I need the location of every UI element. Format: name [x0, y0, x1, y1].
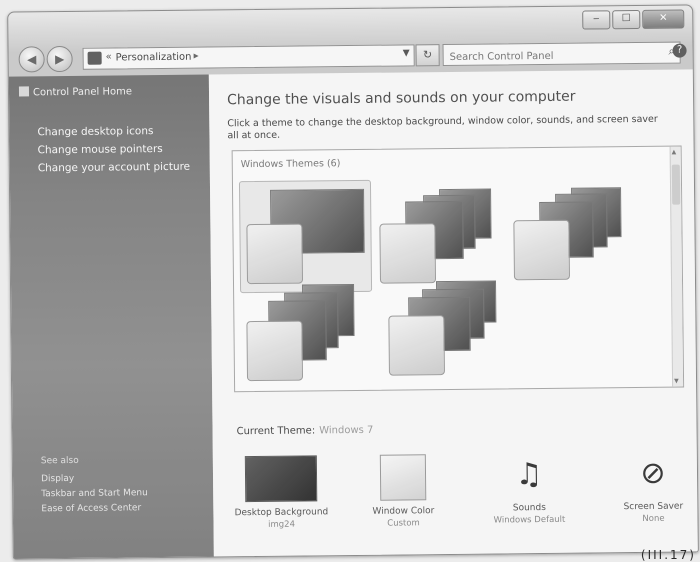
refresh-button[interactable]: ↻ [415, 44, 440, 67]
close-button[interactable]: ✕ [642, 9, 685, 29]
sounds-value: Windows Default [493, 514, 566, 526]
theme-architecture[interactable] [375, 178, 506, 289]
change-mouse-pointers-link[interactable]: Change mouse pointers [38, 143, 190, 156]
sounds-icon: ♫ [515, 457, 543, 493]
personalization-window: ‒ ☐ ✕ ◀ ▶ « Personalization ▸ ▼ ↻ ⌕ ? Co… [7, 4, 699, 560]
caption-buttons: ‒ ☐ ✕ [580, 9, 685, 30]
screen-saver-icon: ⊘ [640, 455, 666, 491]
themes-list[interactable]: Windows Themes (6) ▲ ▼ [231, 145, 685, 393]
scroll-down-icon[interactable]: ▼ [674, 378, 679, 385]
theme-nature[interactable] [384, 274, 515, 385]
search-input[interactable] [443, 45, 652, 68]
change-account-picture-link[interactable]: Change your account picture [38, 161, 190, 175]
window-color-item[interactable]: Window Color Custom [353, 450, 454, 529]
desktop-background-thumbnail [244, 455, 318, 503]
theme-color-swatch [246, 223, 304, 285]
desktop-background-label: Desktop Background [234, 507, 329, 519]
theme-color-swatch [388, 315, 445, 376]
desktop-background-value: img24 [268, 519, 296, 530]
theme-characters[interactable] [505, 177, 636, 288]
scroll-thumb[interactable] [671, 164, 681, 205]
screen-saver-label: Screen Saver [623, 501, 684, 513]
control-panel-home-link[interactable]: Control Panel Home [18, 85, 133, 99]
theme-landscapes[interactable] [242, 276, 373, 387]
theme-settings: Desktop Background img24 Window Color Cu… [231, 447, 692, 552]
sounds-label: Sounds [512, 502, 546, 514]
breadcrumb-personalization[interactable]: Personalization [116, 52, 192, 64]
window-color-value: Custom [387, 518, 420, 529]
theme-color-swatch [513, 219, 570, 281]
help-icon[interactable]: ? [672, 43, 687, 58]
sidebar-links: Change desktop icons Change mouse pointe… [37, 125, 190, 181]
search-box[interactable]: ⌕ [442, 41, 681, 68]
window-color-swatch [379, 454, 427, 501]
ease-of-access-link[interactable]: Ease of Access Center [41, 503, 148, 514]
minimize-button[interactable]: ‒ [582, 10, 611, 30]
see-also-heading: See also [40, 455, 79, 467]
theme-color-swatch [246, 320, 304, 382]
address-bar[interactable]: « Personalization ▸ ▼ [82, 44, 415, 70]
themes-scrollbar[interactable]: ▲ ▼ [669, 146, 684, 387]
see-also-links: Display Taskbar and Start Menu Ease of A… [41, 473, 148, 519]
back-button[interactable]: ◀ [18, 46, 45, 73]
maximize-button[interactable]: ☐ [612, 9, 641, 30]
screen-saver-value: None [642, 513, 665, 524]
scroll-up-icon[interactable]: ▲ [672, 149, 677, 156]
control-panel-icon [87, 51, 102, 65]
page-title: Change the visuals and sounds on your co… [227, 88, 576, 109]
change-desktop-icons-link[interactable]: Change desktop icons [37, 125, 189, 138]
window-color-label: Window Color [372, 506, 435, 517]
display-link[interactable]: Display [41, 473, 148, 484]
current-theme-value: Windows 7 [319, 424, 374, 437]
screen-saver-item[interactable]: ⊘ Screen Saver None [603, 447, 699, 524]
desktop-background-item[interactable]: Desktop Background img24 [231, 451, 332, 530]
themes-group-label: Windows Themes (6) [240, 158, 341, 171]
sounds-item[interactable]: ♫ Sounds Windows Default [479, 449, 580, 526]
main-content: Change the visuals and sounds on your co… [208, 69, 698, 557]
forward-button[interactable]: ▶ [46, 45, 73, 73]
page-description: Click a theme to change the desktop back… [227, 113, 658, 142]
taskbar-start-menu-link[interactable]: Taskbar and Start Menu [41, 488, 148, 499]
figure-number: (III.17) [640, 548, 696, 562]
home-icon [18, 86, 30, 97]
current-theme: Current Theme: Windows 7 [237, 425, 374, 437]
breadcrumb-separator: « [105, 51, 112, 63]
control-panel-home-label: Control Panel Home [32, 86, 133, 99]
current-theme-label: Current Theme: [236, 425, 316, 438]
sidebar: Control Panel Home Change desktop icons … [8, 74, 214, 559]
breadcrumb-arrow-icon[interactable]: ▸ [194, 51, 199, 62]
address-dropdown-icon[interactable]: ▼ [403, 48, 410, 58]
